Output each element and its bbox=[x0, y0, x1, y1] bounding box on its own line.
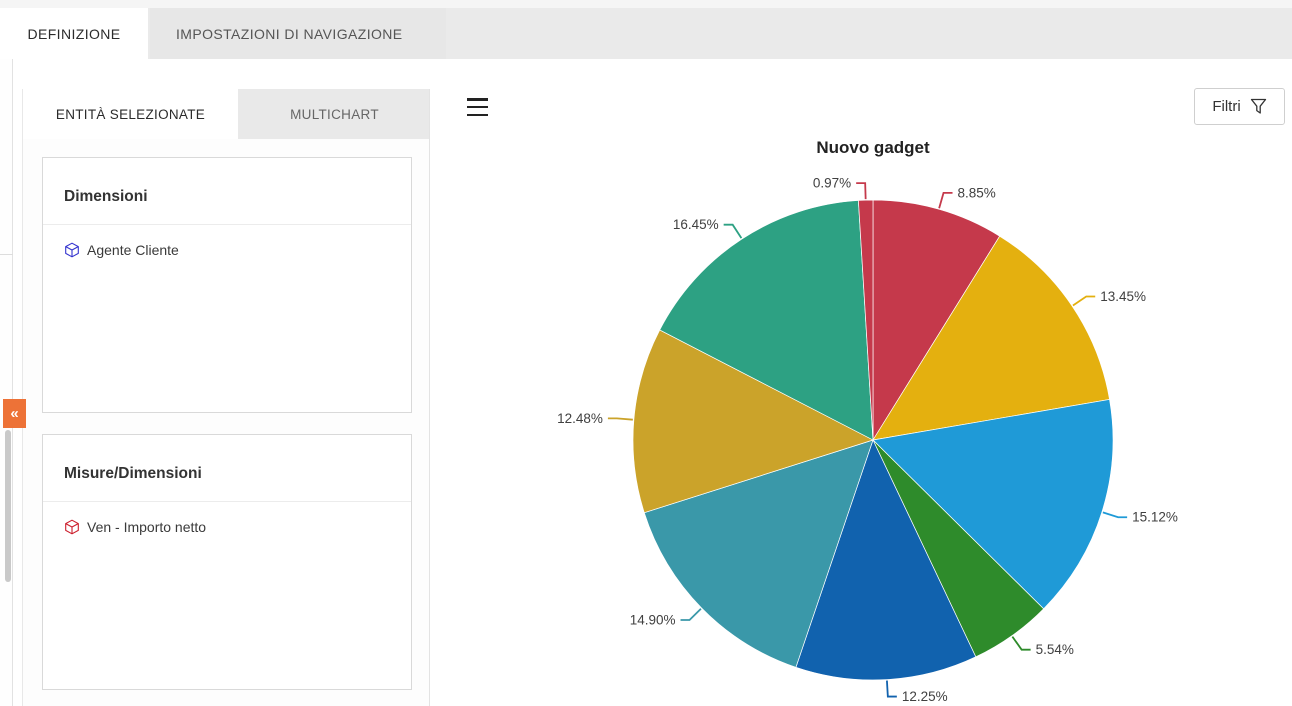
tab-impostazioni-label: IMPOSTAZIONI DI NAVIGAZIONE bbox=[176, 26, 403, 42]
pie-label-leader-0 bbox=[939, 193, 952, 208]
tab-entita-label: ENTITÀ SELEZIONATE bbox=[56, 107, 205, 122]
dimensions-box: Dimensioni Agente Cliente bbox=[42, 157, 412, 413]
chevron-double-left-icon: « bbox=[10, 405, 18, 422]
pie-label-4: 12.25% bbox=[902, 689, 948, 704]
collapse-panel-button[interactable]: « bbox=[3, 399, 26, 428]
list-item-ven-importo-netto[interactable]: Ven - Importo netto bbox=[43, 502, 411, 535]
list-item-agente-cliente[interactable]: Agente Cliente bbox=[43, 225, 411, 258]
tab-definizione[interactable]: DEFINIZIONE bbox=[0, 8, 148, 59]
pie-label-leader-2 bbox=[1103, 512, 1127, 517]
pie-label-1: 13.45% bbox=[1100, 289, 1146, 304]
tab-definizione-label: DEFINIZIONE bbox=[27, 26, 120, 42]
top-strip bbox=[0, 0, 1292, 8]
pie-label-6: 12.48% bbox=[557, 411, 603, 426]
sidebar-tabbar: ENTITÀ SELEZIONATE MULTICHART bbox=[23, 89, 429, 139]
tab-multichart[interactable]: MULTICHART bbox=[238, 89, 431, 139]
pie-label-7: 16.45% bbox=[673, 217, 719, 232]
pie-chart: Nuovo gadget 8.85%13.45%15.12%5.54%12.25… bbox=[442, 86, 1292, 706]
pie-label-leader-1 bbox=[1073, 297, 1095, 306]
strip-divider bbox=[0, 254, 13, 255]
top-tabbar: DEFINIZIONE IMPOSTAZIONI DI NAVIGAZIONE bbox=[0, 8, 1292, 59]
vertical-scrollbar-thumb[interactable] bbox=[5, 430, 11, 582]
main-content: Filtri Nuovo gadget 8.85%13.45%15.12%5.5… bbox=[431, 59, 1292, 706]
cube-icon bbox=[64, 242, 80, 258]
measures-box: Misure/Dimensioni Ven - Importo netto bbox=[42, 434, 412, 690]
pie-label-leader-5 bbox=[681, 609, 701, 620]
pie-label-leader-3 bbox=[1012, 637, 1030, 650]
pie-label-3: 5.54% bbox=[1036, 642, 1074, 657]
pie-label-leader-6 bbox=[608, 418, 633, 419]
list-item-label: Ven - Importo netto bbox=[87, 519, 206, 535]
pie-label-8: 0.97% bbox=[813, 176, 851, 191]
tab-impostazioni-navigazione[interactable]: IMPOSTAZIONI DI NAVIGAZIONE bbox=[150, 8, 446, 59]
pie-label-leader-4 bbox=[887, 681, 897, 697]
list-item-label: Agente Cliente bbox=[87, 242, 179, 258]
tab-entita-selezionate[interactable]: ENTITÀ SELEZIONATE bbox=[23, 89, 238, 139]
pie-label-0: 8.85% bbox=[958, 185, 996, 200]
collapsed-panel-strip bbox=[0, 59, 13, 706]
pie-label-leader-8 bbox=[856, 183, 865, 199]
pie-chart-canvas: 8.85% 13.45% 15.12% 5.54% 12.25% 14.90% 12.48%… bbox=[442, 86, 1292, 706]
tab-multichart-label: MULTICHART bbox=[290, 107, 379, 122]
pie-label-2: 15.12% bbox=[1132, 510, 1178, 525]
measures-box-title: Misure/Dimensioni bbox=[43, 435, 411, 502]
sidebar: ENTITÀ SELEZIONATE MULTICHART Dimensioni… bbox=[22, 89, 430, 706]
page: DEFINIZIONE IMPOSTAZIONI DI NAVIGAZIONE … bbox=[0, 0, 1292, 706]
cube-icon bbox=[64, 519, 80, 535]
pie-label-leader-7 bbox=[724, 225, 742, 238]
dimensions-box-title: Dimensioni bbox=[43, 158, 411, 225]
pie-label-5: 14.90% bbox=[630, 612, 676, 627]
